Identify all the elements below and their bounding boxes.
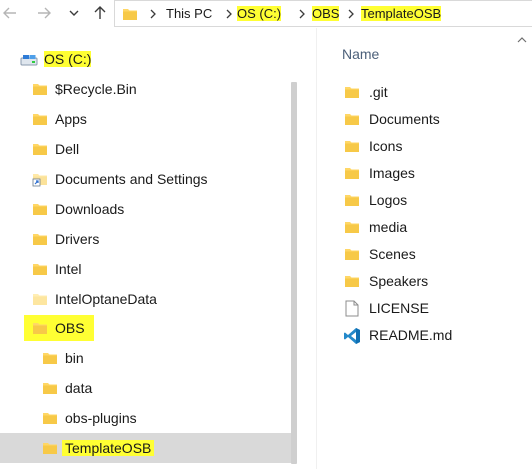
file-name: README.md [369, 327, 453, 343]
file-name: Speakers [369, 273, 429, 289]
nav-item-label: Dell [55, 141, 80, 157]
folder-icon [345, 114, 359, 125]
file-name: .git [369, 84, 388, 100]
nav-item-os-c[interactable]: OS (C:) [0, 44, 292, 74]
file-row-documents[interactable]: Documents [340, 106, 532, 133]
nav-item-label: OBS [55, 320, 85, 336]
shortcut-folder-icon [32, 174, 47, 187]
file-row-git[interactable]: .git [340, 79, 532, 106]
breadcrumb-this-pc[interactable]: This PC [166, 6, 212, 21]
chevron-down-icon [69, 10, 79, 16]
nav-item-label: Drivers [55, 231, 100, 247]
file-name: Images [369, 165, 415, 181]
nav-item-label: Apps [55, 111, 87, 127]
address-bar[interactable]: This PC OS (C:) OBS TemplateOSB [114, 0, 532, 27]
nav-item-dell[interactable]: Dell [0, 134, 292, 164]
folder-icon [345, 195, 359, 206]
nav-item-label: data [65, 380, 93, 396]
folder-icon [345, 87, 359, 98]
file-name: media [369, 219, 408, 235]
file-name: Scenes [369, 246, 416, 262]
file-row-speakers[interactable]: Speakers [340, 268, 532, 295]
up-arrow-icon [94, 6, 106, 19]
nav-item-label: OS (C:) [44, 51, 92, 67]
file-row-logos[interactable]: Logos [340, 187, 532, 214]
file-row-scenes[interactable]: Scenes [340, 241, 532, 268]
back-button[interactable] [0, 3, 20, 23]
nav-item-label: $Recycle.Bin [55, 81, 137, 97]
file-row-icons[interactable]: Icons [340, 133, 532, 160]
vscode-icon [344, 328, 360, 344]
file-row-readme[interactable]: README.md [340, 322, 532, 349]
file-icon [345, 300, 359, 317]
chevron-right-icon [348, 9, 354, 19]
nav-item-intel[interactable]: Intel [0, 254, 292, 284]
folder-icon [43, 383, 57, 394]
recent-locations-button[interactable] [64, 3, 84, 23]
nav-item-data[interactable]: data [0, 373, 292, 403]
nav-item-label: IntelOptaneData [55, 291, 157, 307]
folder-icon [345, 141, 359, 152]
folder-icon [33, 114, 47, 125]
folder-icon [33, 204, 47, 215]
navigation-pane: OS (C:) $Recycle.Bin Apps Dell Documents… [0, 28, 300, 469]
breadcrumb-templateosb[interactable]: TemplateOSB [361, 6, 442, 21]
nav-item-label: bin [65, 350, 84, 366]
nav-item-downloads[interactable]: Downloads [0, 194, 292, 224]
folder-icon [345, 222, 359, 233]
nav-item-label: Intel [55, 261, 82, 277]
chevron-right-icon [226, 9, 232, 19]
forward-button[interactable] [34, 3, 54, 23]
nav-item-obs-plugins[interactable]: obs-plugins [0, 403, 292, 433]
column-header-name[interactable]: Name [342, 46, 379, 62]
breadcrumb-obs[interactable]: OBS [312, 6, 340, 21]
nav-item-apps[interactable]: Apps [0, 104, 292, 134]
address-bar-region: This PC OS (C:) OBS TemplateOSB [0, 0, 532, 28]
nav-item-label: obs-plugins [65, 410, 137, 426]
nav-item-inteloptanedata[interactable]: IntelOptaneData [0, 284, 292, 314]
drive-icon [20, 55, 38, 66]
nav-item-label: TemplateOSB [62, 440, 155, 456]
folder-icon [345, 249, 359, 260]
file-name: LICENSE [369, 300, 429, 316]
file-row-images[interactable]: Images [340, 160, 532, 187]
folder-icon [43, 413, 57, 424]
folder-icon [123, 9, 137, 20]
nav-item-documents-and-settings[interactable]: Documents and Settings [0, 164, 292, 194]
folder-icon [33, 144, 47, 155]
folder-icon [33, 84, 47, 95]
scrollbar-thumb[interactable] [291, 82, 297, 464]
file-row-license[interactable]: LICENSE [340, 295, 532, 322]
nav-item-label: Documents and Settings [55, 171, 208, 187]
file-name: Icons [369, 138, 403, 154]
folder-icon [43, 443, 57, 454]
nav-item-recycle-bin[interactable]: $Recycle.Bin [0, 74, 292, 104]
chevron-right-icon [150, 9, 156, 19]
file-row-media[interactable]: media [340, 214, 532, 241]
nav-pane-scrollbar[interactable] [291, 52, 299, 469]
folder-icon [33, 294, 47, 305]
folder-icon [33, 323, 47, 334]
nav-item-bin[interactable]: bin [0, 343, 292, 373]
up-button[interactable] [90, 3, 110, 23]
file-name: Logos [369, 192, 408, 208]
chevron-right-icon [299, 9, 305, 19]
folder-icon [33, 234, 47, 245]
breadcrumb-os-c[interactable]: OS (C:) [237, 6, 282, 21]
folder-icon [33, 264, 47, 275]
nav-item-templateosb[interactable]: TemplateOSB [0, 433, 292, 463]
pane-divider[interactable] [316, 28, 317, 469]
chevron-up-icon[interactable] [517, 36, 527, 44]
folder-icon [345, 168, 359, 179]
nav-item-obs[interactable]: OBS [0, 313, 292, 343]
folder-icon [345, 276, 359, 287]
back-arrow-icon [3, 7, 16, 19]
nav-item-label: Downloads [55, 201, 125, 217]
nav-item-drivers[interactable]: Drivers [0, 224, 292, 254]
file-name: Documents [369, 111, 440, 127]
forward-arrow-icon [38, 7, 51, 19]
folder-icon [43, 353, 57, 364]
